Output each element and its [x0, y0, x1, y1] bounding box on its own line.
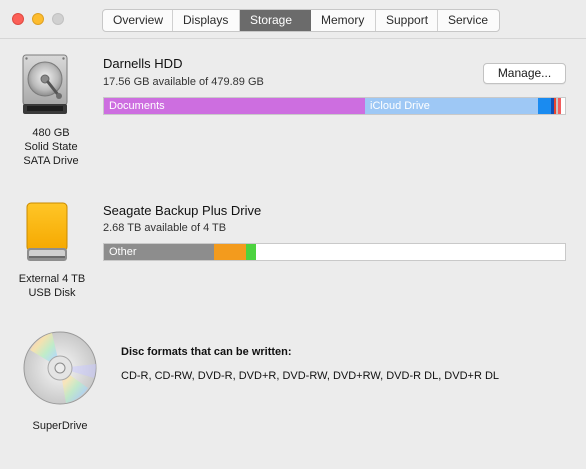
- close-button[interactable]: [12, 13, 24, 25]
- tab-support[interactable]: Support: [376, 10, 438, 31]
- other-label: Other: [109, 246, 137, 258]
- optical-disc-icon: [23, 331, 97, 405]
- manage-button[interactable]: Manage...: [483, 63, 566, 84]
- tab-displays[interactable]: Displays: [173, 10, 240, 31]
- about-this-mac-window: Overview Displays Storage Memory Support…: [0, 0, 586, 469]
- hdd-type-label: Solid State: [24, 141, 78, 153]
- tab-memory[interactable]: Memory: [311, 10, 376, 31]
- external-drive-icon: [26, 202, 68, 261]
- tab-overview[interactable]: Overview: [103, 10, 173, 31]
- drive-availability: 17.56 GB available of 479.89 GB: [103, 76, 264, 88]
- tab-service[interactable]: Service: [438, 10, 499, 31]
- green-segment[interactable]: [246, 244, 256, 260]
- title-separator: [0, 38, 586, 39]
- zoom-button[interactable]: [52, 13, 64, 25]
- seagate-caption: External 4 TB USB Disk: [9, 272, 95, 300]
- pink-segment[interactable]: [558, 98, 561, 114]
- hard-drive-icon: [22, 54, 68, 114]
- hdd-caption: 480 GB Solid State SATA Drive: [9, 126, 93, 168]
- hdd-storage-bar: Documents iCloud Drive: [103, 97, 566, 115]
- blue-segment[interactable]: [538, 98, 551, 114]
- icloud-drive-label: iCloud Drive: [370, 100, 430, 112]
- tab-storage[interactable]: Storage: [240, 10, 311, 31]
- disc-formats-list: CD-R, CD-RW, DVD-R, DVD+R, DVD-RW, DVD+R…: [121, 370, 500, 382]
- title-bar: Overview Displays Storage Memory Support…: [0, 0, 586, 38]
- drive-name: Seagate Backup Plus Drive: [103, 203, 262, 218]
- seagate-storage-bar: Other: [103, 243, 566, 261]
- minimize-button[interactable]: [32, 13, 44, 25]
- superdrive-caption: SuperDrive: [17, 419, 103, 433]
- tab-bar: Overview Displays Storage Memory Support…: [102, 9, 500, 32]
- documents-label: Documents: [109, 100, 165, 112]
- hdd-interface-label: SATA Drive: [23, 155, 79, 167]
- drive-name: Darnells HDD: [103, 56, 183, 71]
- hdd-capacity-label: 480 GB: [32, 127, 70, 139]
- seagate-type-label: USB Disk: [28, 287, 76, 299]
- superdrive-label: SuperDrive: [32, 420, 88, 432]
- seagate-capacity-label: External 4 TB: [18, 273, 86, 285]
- drive-availability: 2.68 TB available of 4 TB: [103, 222, 227, 234]
- disc-formats-heading: Disc formats that can be written:: [121, 346, 292, 358]
- orange-segment[interactable]: [214, 244, 246, 260]
